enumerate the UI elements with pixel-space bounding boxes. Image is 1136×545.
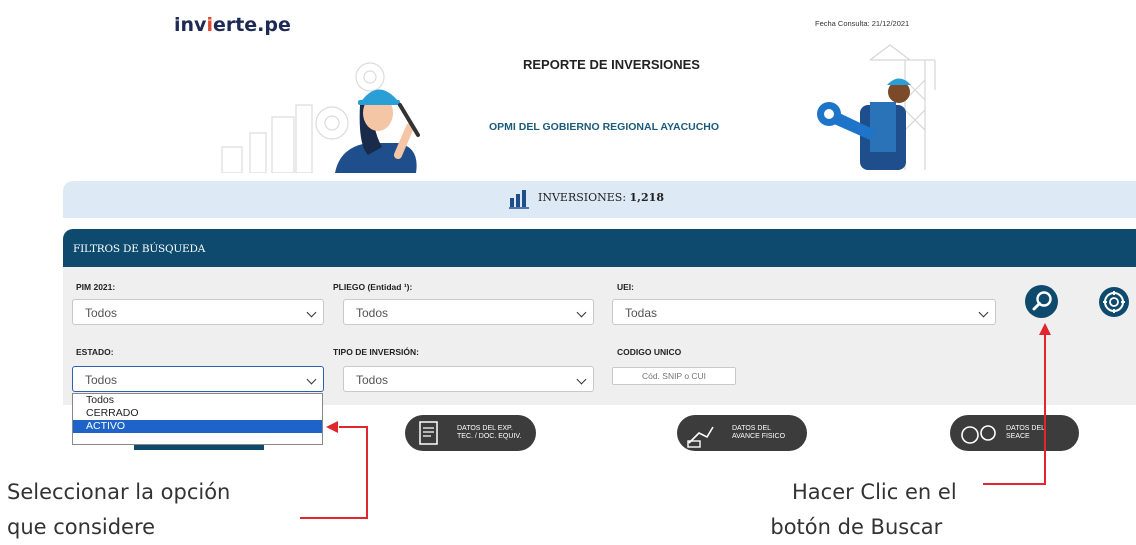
annotation-click-search: Hacer Clic en el botón de Buscar (770, 480, 957, 539)
tipo-label: TIPO DE INVERSIÓN: (333, 347, 419, 357)
codigo-label: CODIGO UNICO (617, 347, 682, 357)
construction-icon (687, 426, 714, 448)
annotation-select-option: Seleccionar la opción que considere (7, 480, 231, 539)
pliego-label: PLIEGO (Entidad ¹): (333, 282, 413, 292)
dropdown-option-activo[interactable]: ACTIVO (73, 420, 322, 433)
card-avance-fisico[interactable]: DATOS DEL AVANCE FISICO (677, 415, 807, 451)
uei-select[interactable]: Todas (612, 299, 996, 325)
reset-icon (1103, 291, 1125, 313)
filters-title: FILTROS DE BÚSQUEDA (73, 243, 206, 255)
annotation-arrow-line (339, 426, 368, 428)
search-button[interactable] (1025, 285, 1058, 318)
tipo-select[interactable]: Todos (343, 366, 594, 392)
card-seace[interactable]: DATOS DEL SEACE (950, 415, 1079, 451)
chevron-down-icon (306, 374, 317, 385)
arrow-head-icon (1039, 323, 1051, 335)
fecha-consulta: Fecha Consulta: 21/12/2021 (815, 19, 910, 28)
gears-icon (961, 425, 996, 444)
search-icon (1032, 291, 1052, 311)
arrow-head-icon (326, 421, 338, 433)
dropdown-option-todos[interactable]: Todos (73, 394, 322, 407)
man-engineer-illustration (817, 44, 936, 170)
page-title: REPORTE DE INVERSIONES (523, 57, 700, 72)
pim-select[interactable]: Todos (72, 299, 324, 325)
filters-header: FILTROS DE BÚSQUEDA (63, 229, 1136, 267)
document-icon (419, 421, 438, 445)
estado-label: ESTADO: (76, 347, 114, 357)
chevron-down-icon (978, 307, 989, 318)
dropdown-option-cerrado[interactable]: CERRADO (73, 407, 322, 420)
chevron-down-icon (576, 307, 587, 318)
pliego-select[interactable]: Todos (343, 299, 594, 325)
annotation-arrow-line (1044, 335, 1046, 485)
estado-select[interactable]: Todos (72, 366, 324, 392)
investments-count: INVERSIONES: 1,218 (538, 191, 664, 204)
annotation-arrow-line (983, 483, 1045, 485)
invierte-logo: invierte.pe (174, 14, 291, 36)
page-subtitle: OPMI DEL GOBIERNO REGIONAL AYACUCHO (489, 121, 720, 133)
reset-button[interactable] (1099, 287, 1129, 317)
woman-engineer-illustration (221, 62, 420, 173)
annotation-arrow-line (366, 426, 368, 519)
card-expediente[interactable]: DATOS DEL EXP. TEC. / DOC. EQUIV. (405, 415, 536, 451)
annotation-arrow-line (300, 517, 367, 519)
estado-dropdown-list: Todos CERRADO ACTIVO (72, 393, 323, 445)
chevron-down-icon (576, 374, 587, 385)
codigo-input[interactable] (612, 367, 736, 385)
uei-label: UEI: (617, 282, 634, 292)
chevron-down-icon (306, 307, 317, 318)
pim-label: PIM 2021: (76, 282, 116, 292)
investment-icon (509, 190, 529, 209)
